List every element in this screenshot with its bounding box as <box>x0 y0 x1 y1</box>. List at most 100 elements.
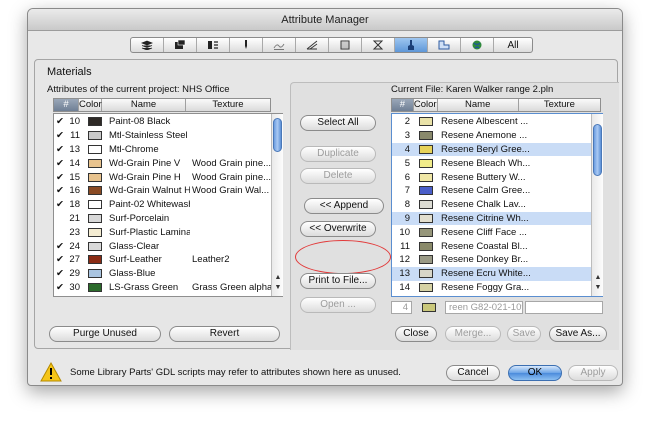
item-number: 2 <box>404 116 410 128</box>
list-item[interactable]: 4 Resene Beryl Gree... <box>392 142 591 157</box>
tab-profiles[interactable] <box>296 38 329 52</box>
edit-num-field[interactable]: 4 <box>391 301 412 314</box>
color-cell <box>414 144 438 154</box>
duplicate-button[interactable]: Duplicate <box>300 146 376 162</box>
tab-fill[interactable] <box>230 38 263 52</box>
color-swatch <box>88 200 102 210</box>
list-item[interactable]: 12 Resene Donkey Br... <box>392 253 591 267</box>
left-attribute-list[interactable]: ✔ 10 Paint-08 Black ✔ 11 Mtl-Stainless Steel ✔… <box>53 113 283 297</box>
list-item[interactable]: ✔ 14 Wd-Grain Pine V Wood Grain pine... <box>54 156 272 170</box>
color-swatch <box>419 282 433 292</box>
delete-button[interactable]: Delete <box>300 168 376 184</box>
tab-linetypes[interactable] <box>197 38 230 52</box>
overwrite-button[interactable]: << Overwrite <box>300 221 376 237</box>
item-number: 30 <box>69 281 80 293</box>
markup-icon <box>372 40 384 50</box>
attribute-manager-window: Attribute Manager All Materials Attribut… <box>27 8 623 386</box>
tab-markup[interactable] <box>362 38 395 52</box>
header-num[interactable]: # <box>54 99 79 111</box>
list-item[interactable]: 21 Surf-Porcelain <box>54 212 272 226</box>
header-texture[interactable]: Texture <box>186 99 270 111</box>
save-as-button[interactable]: Save As... <box>549 326 607 342</box>
color-swatch <box>88 255 102 265</box>
list-item[interactable]: ✔ 16 Wd-Grain Walnut H Wood Grain Wal... <box>54 184 272 198</box>
right-attribute-list[interactable]: 2 Resene Albescent ... 3 Resene Anemone ...… <box>391 113 603 297</box>
layers-icon <box>141 40 153 50</box>
ok-button[interactable]: OK <box>508 365 562 381</box>
scroll-up-icon[interactable]: ▲ <box>593 274 603 283</box>
merge-button[interactable]: Merge... <box>445 326 501 342</box>
list-item[interactable]: 3 Resene Anemone ... <box>392 129 591 143</box>
list-item[interactable]: 2 Resene Albescent ... <box>392 115 591 129</box>
scroll-down-icon[interactable]: ▼ <box>273 284 283 293</box>
list-item[interactable]: ✔ 24 Glass-Clear <box>54 239 272 253</box>
list-item[interactable]: ✔ 29 Glass-Blue <box>54 267 272 281</box>
close-button[interactable]: Close <box>395 326 437 342</box>
scroll-up-icon[interactable]: ▲ <box>273 274 283 283</box>
right-scroll-thumb[interactable] <box>593 124 602 176</box>
tab-zones[interactable] <box>329 38 362 52</box>
color-swatch <box>419 186 433 196</box>
list-item[interactable]: 11 Resene Coastal Bl... <box>392 239 591 253</box>
append-button[interactable]: << Append <box>304 198 384 214</box>
tab-operation-profiles[interactable] <box>428 38 461 52</box>
open-button[interactable]: Open ... <box>300 297 376 313</box>
edit-color-swatch[interactable] <box>418 301 440 314</box>
list-item[interactable]: 10 Resene Cliff Face ... <box>392 225 591 239</box>
header-name[interactable]: Name <box>438 99 519 111</box>
item-name: Resene Buttery W... <box>441 171 526 183</box>
item-name: Wd-Grain Pine H <box>109 171 181 183</box>
item-name: Resene Citrine Wh... <box>441 212 529 224</box>
list-item[interactable]: 23 Surf-Plastic Laminate <box>54 225 272 239</box>
list-item[interactable]: 7 Resene Calm Gree... <box>392 184 591 198</box>
item-name: Glass-Clear <box>109 240 160 252</box>
tab-layers[interactable] <box>131 38 164 52</box>
item-number: 13 <box>69 143 80 155</box>
header-color[interactable]: Color <box>79 99 102 111</box>
right-scrollbar[interactable]: ▲ ▼ <box>591 114 603 296</box>
edit-name-field[interactable]: reen G82-021-109 <box>445 301 523 314</box>
select-all-button[interactable]: Select All <box>300 115 376 131</box>
item-number: 27 <box>69 254 80 266</box>
scroll-down-icon[interactable]: ▼ <box>593 284 603 293</box>
list-item[interactable]: 9 Resene Citrine Wh... <box>392 211 591 226</box>
used-check: ✔ <box>56 240 64 252</box>
item-number: 4 <box>404 143 410 155</box>
item-number: 11 <box>70 130 80 142</box>
left-list-header: # Color Name Texture <box>53 98 271 112</box>
tab-all[interactable]: All <box>494 38 532 52</box>
list-item[interactable]: ✔ 30 LS-Grass Green Grass Green alpha <box>54 281 272 295</box>
edit-texture-field[interactable] <box>525 301 603 314</box>
header-texture[interactable]: Texture <box>519 99 600 111</box>
header-color[interactable]: Color <box>414 99 438 111</box>
list-item[interactable]: ✔ 11 Mtl-Stainless Steel <box>54 129 272 143</box>
list-item[interactable]: ✔ 10 Paint-08 Black <box>54 115 272 129</box>
list-item[interactable]: ✔ 13 Mtl-Chrome <box>54 143 272 157</box>
item-number: 3 <box>404 130 410 142</box>
print-to-file-button[interactable]: Print to File... <box>300 273 376 289</box>
save-button[interactable]: Save <box>507 326 541 342</box>
purge-unused-button[interactable]: Purge Unused <box>49 326 161 342</box>
list-item[interactable]: 13 Resene Ecru White... <box>392 266 591 281</box>
fill-icon <box>245 40 247 49</box>
left-scroll-thumb[interactable] <box>273 118 282 152</box>
tab-materials[interactable] <box>395 38 428 52</box>
revert-button[interactable]: Revert <box>169 326 280 342</box>
cancel-button[interactable]: Cancel <box>446 365 500 381</box>
apply-button[interactable]: Apply <box>568 365 618 381</box>
left-scrollbar[interactable]: ▲ ▼ <box>271 114 283 296</box>
item-number: 12 <box>399 254 410 266</box>
header-num[interactable]: # <box>392 99 414 111</box>
list-item[interactable]: ✔ 27 Surf-Leather Leather2 <box>54 253 272 267</box>
tab-composites[interactable] <box>263 38 296 52</box>
list-item[interactable]: ✔ 15 Wd-Grain Pine H Wood Grain pine... <box>54 170 272 184</box>
list-item[interactable]: 8 Resene Chalk Lav... <box>392 198 591 212</box>
tab-cities[interactable] <box>461 38 494 52</box>
tab-pens[interactable] <box>164 38 197 52</box>
list-item[interactable]: 14 Resene Foggy Gra... <box>392 281 591 295</box>
header-name[interactable]: Name <box>102 99 186 111</box>
list-item[interactable]: ✔ 18 Paint-02 Whitewash <box>54 198 272 212</box>
color-swatch <box>88 269 102 279</box>
list-item[interactable]: 6 Resene Buttery W... <box>392 170 591 184</box>
list-item[interactable]: 5 Resene Bleach Wh... <box>392 156 591 170</box>
